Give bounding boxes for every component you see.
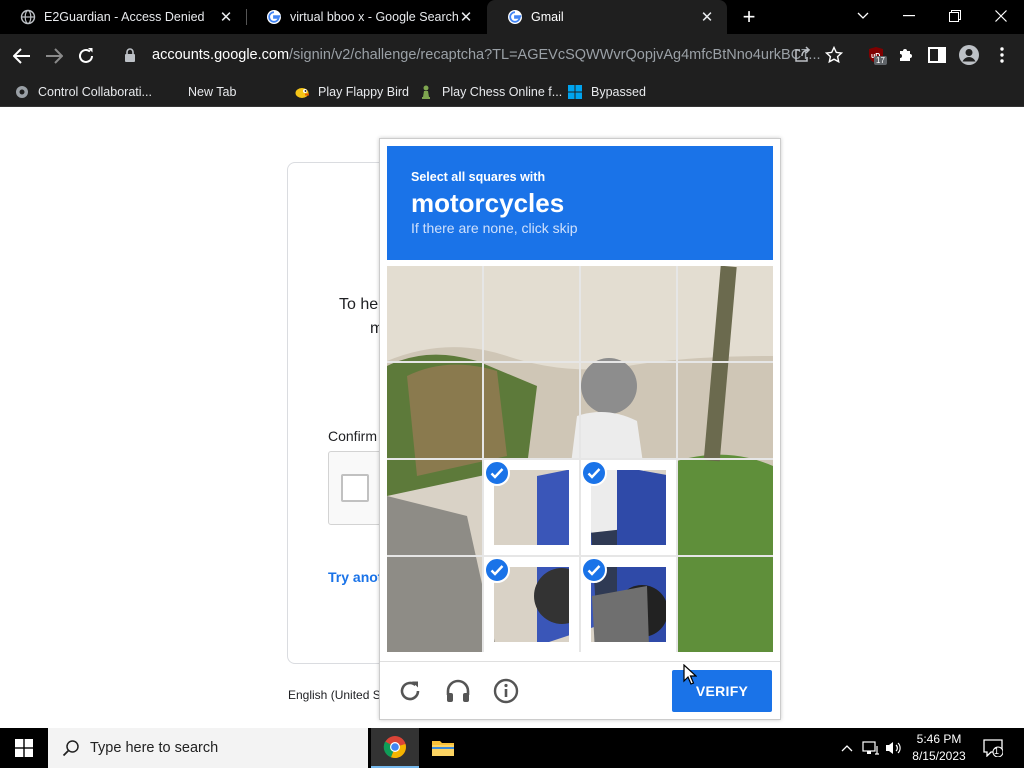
bookmark-label: Bypassed (591, 85, 646, 99)
challenge-tile[interactable] (484, 460, 579, 555)
challenge-header: Select all squares with motorcycles If t… (387, 146, 773, 260)
clock-date: 8/15/2023 (912, 749, 966, 763)
try-another-way-link[interactable]: Try anot (328, 569, 382, 585)
extension-badge: 17 (874, 56, 887, 65)
recaptcha-checkbox[interactable] (341, 474, 369, 502)
language-selector[interactable]: English (United S (288, 688, 381, 702)
tab-e2guardian[interactable]: E2Guardian - Access Denied ✕ (0, 0, 246, 34)
challenge-tile[interactable] (581, 266, 676, 361)
globe-icon (20, 9, 36, 25)
ublock-extension-icon[interactable]: uD 17 (864, 43, 888, 67)
bookmark-new-tab[interactable]: New Tab (188, 82, 236, 102)
close-window-icon[interactable] (978, 0, 1024, 32)
windows-taskbar: Type here to search 5:46 PM 8/15/2023 1 (0, 728, 1024, 768)
tab-search-chevron-icon[interactable] (840, 0, 886, 32)
google-icon (267, 10, 281, 24)
tab-title: Gmail (531, 10, 564, 24)
chess-pawn-icon (422, 85, 430, 99)
network-icon[interactable] (861, 738, 881, 758)
tab-strip: E2Guardian - Access Denied ✕ virtual bbo… (0, 0, 1024, 34)
reload-challenge-icon[interactable] (396, 677, 424, 705)
tab-gmail[interactable]: Gmail ✕ (487, 0, 727, 34)
bookmark-label: Play Flappy Bird (318, 85, 410, 99)
challenge-tile[interactable] (484, 557, 579, 652)
notification-center-icon[interactable]: 1 (982, 738, 1004, 758)
checkmark-icon (581, 460, 607, 486)
challenge-instruction: Select all squares with (411, 170, 546, 184)
confirm-label: Confirm (328, 428, 378, 444)
mouse-cursor-icon (683, 664, 697, 685)
challenge-tile[interactable] (678, 266, 773, 361)
info-icon[interactable] (492, 677, 520, 705)
restore-icon[interactable] (932, 0, 978, 32)
tab-google-search[interactable]: virtual bboo x - Google Search ✕ (246, 0, 486, 34)
address-bar[interactable]: accounts.google.com/signin/v2/challenge/… (110, 39, 855, 71)
recaptcha-challenge-dialog: Select all squares with motorcycles If t… (379, 138, 781, 720)
close-icon[interactable]: ✕ (218, 8, 234, 26)
tab-title: virtual bboo x - Google Search (290, 10, 458, 24)
flappy-bird-icon (295, 88, 309, 98)
challenge-footer: VERIFY (380, 661, 780, 719)
google-icon (508, 10, 522, 24)
side-panel-icon[interactable] (925, 43, 949, 67)
windows-logo-icon (568, 85, 582, 99)
challenge-subtext: If there are none, click skip (411, 220, 578, 236)
kebab-menu-icon[interactable] (990, 43, 1014, 67)
challenge-tile[interactable] (678, 460, 773, 555)
bookmark-bypassed[interactable]: Bypassed (567, 82, 646, 102)
challenge-tile[interactable] (484, 266, 579, 361)
challenge-tile[interactable] (581, 460, 676, 555)
close-icon[interactable]: ✕ (458, 8, 474, 26)
new-tab-icon[interactable]: + (737, 4, 761, 30)
system-clock[interactable]: 5:46 PM 8/15/2023 (900, 731, 978, 765)
checkmark-icon (484, 557, 510, 583)
url-host: accounts.google.com (152, 47, 290, 63)
profile-avatar-icon[interactable] (957, 43, 981, 67)
bookmark-label: Play Chess Online f... (442, 85, 563, 99)
bookmark-label: New Tab (188, 85, 237, 99)
challenge-image-grid (387, 266, 773, 652)
url-path: /signin/v2/challenge/recaptcha?TL=AGEVcS… (289, 47, 821, 63)
headphones-audio-icon[interactable] (444, 677, 472, 705)
notification-count: 1 (994, 746, 1000, 756)
back-arrow-icon[interactable] (9, 43, 35, 69)
puzzle-extensions-icon[interactable] (894, 43, 918, 67)
chrome-taskbar-icon[interactable] (371, 728, 419, 768)
lock-icon (125, 48, 135, 62)
windows-start-icon[interactable] (0, 728, 48, 768)
checkmark-icon (484, 460, 510, 486)
challenge-tile[interactable] (678, 557, 773, 652)
bookmark-star-icon[interactable] (822, 43, 846, 67)
challenge-tile[interactable] (581, 363, 676, 458)
challenge-tile[interactable] (581, 557, 676, 652)
checkmark-icon (581, 557, 607, 583)
minimize-icon[interactable] (886, 0, 932, 32)
search-icon (62, 740, 79, 757)
forward-arrow-icon[interactable] (41, 43, 67, 69)
clock-time: 5:46 PM (916, 732, 962, 746)
challenge-tile[interactable] (387, 460, 482, 555)
challenge-tile[interactable] (387, 363, 482, 458)
challenge-tile[interactable] (484, 363, 579, 458)
challenge-target: motorcycles (411, 188, 565, 218)
bookmark-label: Control Collaborati... (38, 85, 152, 99)
challenge-tile[interactable] (387, 557, 482, 652)
browser-toolbar: accounts.google.com/signin/v2/challenge/… (0, 34, 1024, 76)
share-icon[interactable] (790, 43, 814, 67)
reload-icon[interactable] (73, 43, 99, 69)
gear-logo-icon (16, 86, 28, 98)
bookmark-chess[interactable]: Play Chess Online f... (418, 82, 562, 102)
file-explorer-icon[interactable] (419, 728, 467, 768)
bookmark-flappy-bird[interactable]: Play Flappy Bird (294, 82, 409, 102)
bookmarks-bar: Control Collaborati... New Tab Play Flap… (0, 76, 1024, 107)
bookmark-control-collaboration[interactable]: Control Collaborati... (14, 82, 152, 102)
challenge-tile[interactable] (678, 363, 773, 458)
close-icon[interactable]: ✕ (699, 8, 715, 26)
search-placeholder: Type here to search (90, 740, 219, 756)
chevron-up-icon[interactable] (837, 738, 857, 758)
taskbar-search-box[interactable]: Type here to search (48, 728, 368, 768)
challenge-tile[interactable] (387, 266, 482, 361)
tab-title: E2Guardian - Access Denied (44, 10, 205, 24)
